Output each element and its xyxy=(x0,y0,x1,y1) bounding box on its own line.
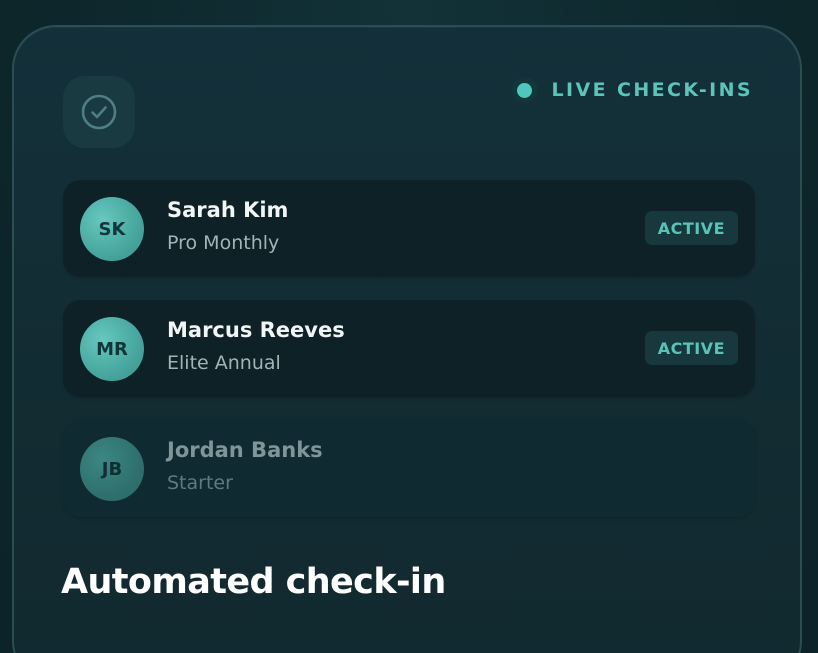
check-tile xyxy=(63,76,135,148)
member-row[interactable]: JB Jordan Banks Starter xyxy=(63,420,755,517)
member-row[interactable]: MR Marcus Reeves Elite Annual ACTIVE xyxy=(63,300,755,397)
member-name: Jordan Banks xyxy=(167,438,323,462)
member-plan: Pro Monthly xyxy=(167,232,280,254)
headline: Automated check-in xyxy=(61,562,446,602)
member-list: SK Sarah Kim Pro Monthly ACTIVE MR Marcu… xyxy=(63,180,755,540)
member-plan: Starter xyxy=(167,472,233,494)
member-row[interactable]: SK Sarah Kim Pro Monthly ACTIVE xyxy=(63,180,755,277)
avatar: SK xyxy=(80,197,144,261)
member-plan: Elite Annual xyxy=(167,352,281,374)
avatar: MR xyxy=(80,317,144,381)
live-dot-icon xyxy=(511,77,538,103)
live-dot xyxy=(517,82,533,98)
status-badge: ACTIVE xyxy=(644,331,738,365)
checkin-card: LIVE CHECK-INS SK Sarah Kim Pro Monthly … xyxy=(12,25,802,653)
live-label: LIVE CHECK-INS xyxy=(551,79,753,101)
live-status: LIVE CHECK-INS xyxy=(511,77,753,103)
member-name: Sarah Kim xyxy=(167,198,289,222)
check-circle-icon xyxy=(81,94,117,130)
avatar: JB xyxy=(80,437,144,501)
member-name: Marcus Reeves xyxy=(167,318,345,342)
status-badge: ACTIVE xyxy=(644,211,738,245)
